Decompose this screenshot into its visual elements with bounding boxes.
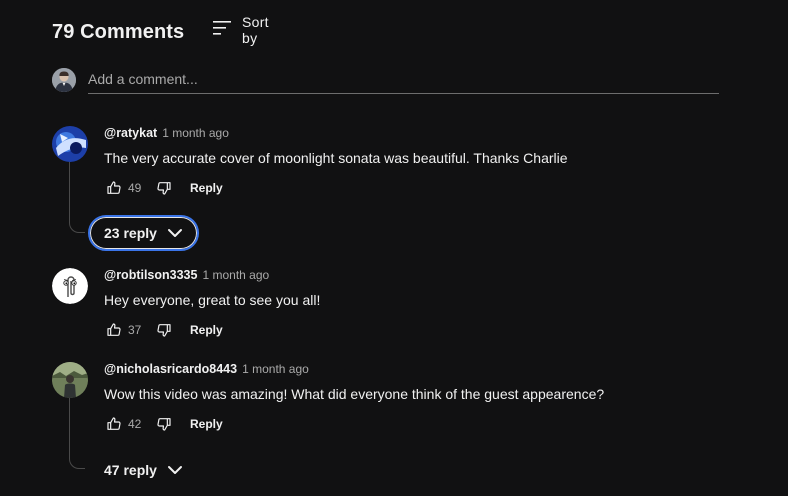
comment-author[interactable]: @nicholasricardo8443 bbox=[104, 362, 237, 376]
reply-button[interactable]: Reply bbox=[190, 323, 223, 337]
comment-actions: 49 Reply bbox=[104, 178, 223, 198]
like-button[interactable] bbox=[104, 178, 124, 198]
view-replies-button[interactable]: 23 reply bbox=[88, 215, 199, 251]
like-count: 42 bbox=[128, 417, 142, 431]
comments-section: 79 Comments Sort by Add a comment... @ra… bbox=[0, 0, 788, 496]
like-count: 49 bbox=[128, 181, 142, 195]
thumbs-down-icon bbox=[157, 324, 171, 337]
comments-header: 79 Comments Sort by bbox=[52, 14, 269, 46]
add-comment-input[interactable] bbox=[88, 70, 719, 94]
comment-count: 79 Comments bbox=[52, 20, 185, 43]
like-button[interactable] bbox=[104, 414, 124, 434]
replies-label: 47 reply bbox=[104, 462, 157, 478]
thread-line bbox=[69, 162, 85, 233]
commenter-avatar[interactable] bbox=[52, 268, 88, 304]
comment-author[interactable]: @ratykat bbox=[104, 126, 157, 140]
comment-header: @nicholasricardo8443 1 month ago bbox=[104, 362, 309, 378]
comment-text: The very accurate cover of moonlight son… bbox=[104, 150, 568, 166]
comment-item: @ratykat 1 month ago The very accurate c… bbox=[52, 126, 732, 256]
thumbs-down-icon bbox=[157, 182, 171, 195]
like-button[interactable] bbox=[104, 320, 124, 340]
comment-item: @nicholasricardo8443 1 month ago Wow thi… bbox=[52, 362, 732, 492]
user-avatar bbox=[52, 68, 76, 92]
replies-label: 23 reply bbox=[104, 225, 157, 241]
chevron-down-icon bbox=[167, 225, 183, 241]
comment-timestamp[interactable]: 1 month ago bbox=[162, 126, 229, 140]
comment-text: Wow this video was amazing! What did eve… bbox=[104, 386, 605, 402]
comment-actions: 37 Reply bbox=[104, 320, 223, 340]
comment-timestamp[interactable]: 1 month ago bbox=[202, 268, 269, 282]
reply-button[interactable]: Reply bbox=[190, 181, 223, 195]
thumbs-up-icon bbox=[107, 323, 121, 336]
comment-item: @robtilson3335 1 month ago Hey everyone,… bbox=[52, 268, 732, 348]
comment-text: Hey everyone, great to see you all! bbox=[104, 292, 321, 308]
sort-icon bbox=[212, 20, 232, 41]
thumbs-up-icon bbox=[107, 417, 121, 430]
commenter-avatar[interactable] bbox=[52, 126, 88, 162]
sort-by-label: Sort by bbox=[242, 14, 269, 46]
thread-line bbox=[69, 398, 85, 469]
comment-header: @robtilson3335 1 month ago bbox=[104, 268, 269, 284]
dislike-button[interactable] bbox=[154, 414, 174, 434]
dislike-button[interactable] bbox=[154, 178, 174, 198]
comment-author[interactable]: @robtilson3335 bbox=[104, 268, 197, 282]
chevron-down-icon bbox=[167, 462, 183, 478]
dislike-button[interactable] bbox=[154, 320, 174, 340]
comment-actions: 42 Reply bbox=[104, 414, 223, 434]
add-comment-row bbox=[52, 68, 719, 94]
like-count: 37 bbox=[128, 323, 142, 337]
view-replies-button[interactable]: 47 reply bbox=[90, 452, 197, 488]
comment-timestamp[interactable]: 1 month ago bbox=[242, 362, 309, 376]
thumbs-down-icon bbox=[157, 418, 171, 431]
commenter-avatar[interactable] bbox=[52, 362, 88, 398]
reply-button[interactable]: Reply bbox=[190, 417, 223, 431]
thumbs-up-icon bbox=[107, 181, 121, 194]
sort-by-button[interactable]: Sort by bbox=[212, 14, 269, 46]
comment-header: @ratykat 1 month ago bbox=[104, 126, 229, 142]
